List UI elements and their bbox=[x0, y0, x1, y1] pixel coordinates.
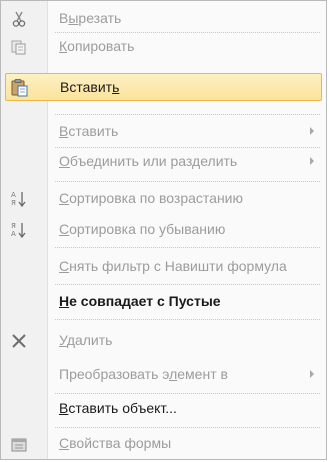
menu-divider bbox=[55, 114, 320, 115]
sort-ascending-icon: A Я bbox=[9, 189, 29, 209]
menu-item-cut[interactable]: Вырезать bbox=[5, 5, 322, 33]
menu-item-label: Объединить или разделить bbox=[59, 153, 238, 169]
scissors-icon bbox=[9, 9, 29, 29]
menu-divider bbox=[55, 181, 320, 182]
menu-item-label: Копировать bbox=[59, 38, 135, 54]
menu-item-delete[interactable]: Удалить bbox=[5, 327, 322, 355]
menu-item-paste[interactable]: Вставить bbox=[5, 73, 322, 101]
menu-item-label: Удалить bbox=[59, 332, 113, 348]
delete-icon bbox=[9, 331, 29, 351]
menu-item-label: Вырезать bbox=[59, 10, 122, 26]
menu-item-label: Не совпадает с Пустые bbox=[59, 293, 221, 309]
submenu-arrow-icon bbox=[310, 127, 314, 135]
menu-item-clear-filter[interactable]: Снять фильтр с Навишти формула bbox=[5, 253, 322, 281]
menu-divider bbox=[55, 427, 320, 428]
sort-descending-icon: Я A bbox=[9, 220, 29, 240]
menu-item-paste-special[interactable]: Вставить bbox=[5, 118, 322, 146]
submenu-arrow-icon bbox=[310, 370, 314, 378]
menu-item-copy[interactable]: Копировать bbox=[5, 33, 322, 61]
menu-item-convert-to[interactable]: Преобразовать элемент в bbox=[5, 361, 322, 389]
menu-item-label: Вставить объект... bbox=[59, 400, 177, 416]
menu-divider bbox=[55, 247, 320, 248]
menu-item-label: Вставить bbox=[60, 79, 120, 95]
menu-item-sort-descending[interactable]: Я A Сортировка по убыванию bbox=[5, 216, 322, 244]
menu-divider bbox=[55, 393, 320, 394]
menu-item-label: Сортировка по убыванию bbox=[59, 221, 226, 237]
menu-item-label: Снять фильтр с Навишти формула bbox=[59, 258, 287, 274]
menu-divider bbox=[55, 319, 320, 320]
svg-text:A: A bbox=[11, 230, 16, 238]
menu-item-label: Преобразовать элемент в bbox=[59, 366, 228, 382]
context-menu: Вырезать Копировать Вставить Вставить Об… bbox=[0, 0, 327, 460]
menu-divider bbox=[55, 284, 320, 285]
form-properties-icon bbox=[9, 434, 29, 454]
menu-item-form-properties[interactable]: Свойства формы bbox=[5, 430, 322, 458]
svg-text:Я: Я bbox=[11, 222, 16, 230]
menu-item-sort-ascending[interactable]: A Я Сортировка по возрастанию bbox=[5, 185, 322, 213]
menu-item-merge-split[interactable]: Объединить или разделить bbox=[5, 148, 322, 176]
menu-item-filter-not-blank[interactable]: Не совпадает с Пустые bbox=[5, 288, 322, 316]
paste-icon bbox=[10, 78, 30, 98]
svg-text:Я: Я bbox=[11, 199, 16, 207]
svg-text:A: A bbox=[11, 191, 16, 199]
copy-icon bbox=[9, 37, 29, 57]
menu-item-label: Вставить bbox=[59, 123, 119, 139]
menu-item-insert-object[interactable]: Вставить объект... bbox=[5, 395, 322, 423]
menu-item-label: Свойства формы bbox=[59, 435, 172, 451]
menu-item-label: Сортировка по возрастанию bbox=[59, 190, 243, 206]
submenu-arrow-icon bbox=[310, 157, 314, 165]
